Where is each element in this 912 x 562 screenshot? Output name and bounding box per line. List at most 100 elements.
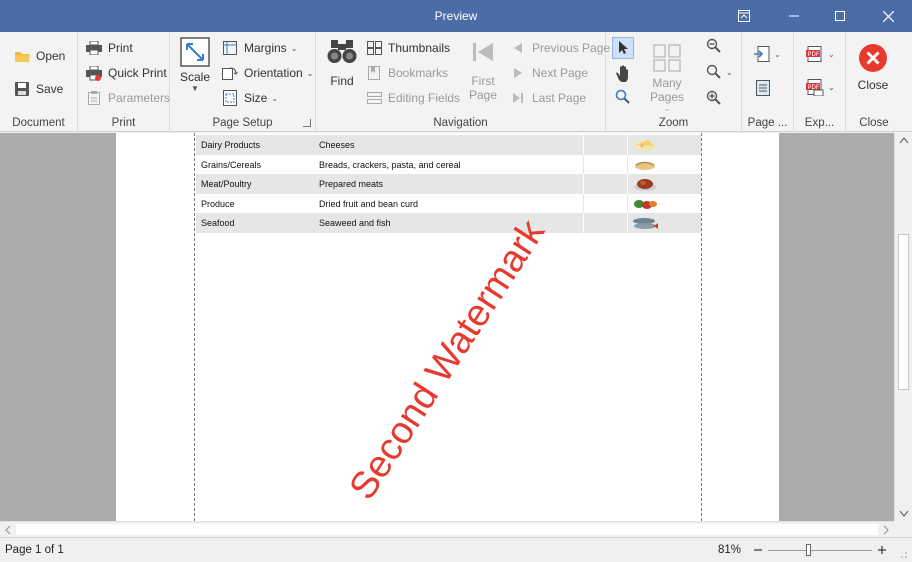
close-preview-label: Close — [857, 78, 889, 92]
maximize-button[interactable] — [818, 0, 862, 32]
zoom-slider-thumb[interactable] — [806, 544, 811, 556]
zoom-out-status-button[interactable] — [752, 544, 764, 556]
open-label: Open — [36, 49, 66, 63]
print-button[interactable]: Print — [86, 37, 133, 59]
send-button[interactable]: PDF ⌄ — [806, 79, 835, 96]
open-button[interactable]: Open — [14, 45, 65, 67]
category-cell: Produce — [201, 198, 235, 209]
parameters-icon — [86, 90, 102, 106]
zoom-dropdown-button[interactable]: ⌄ — [706, 64, 733, 80]
scroll-down-icon — [899, 510, 909, 517]
document-area[interactable]: Dairy Products Cheeses Grains/Cereals Br… — [0, 133, 894, 521]
cheese-image — [634, 140, 656, 151]
vertical-scrollbar[interactable] — [894, 133, 912, 521]
next-page-button[interactable]: Next Page — [510, 62, 588, 84]
magnifier-tool-button[interactable] — [615, 89, 631, 105]
size-label: Size — [244, 91, 268, 105]
bookmarks-label: Bookmarks — [388, 66, 449, 80]
close-window-button[interactable] — [866, 0, 910, 32]
parameters-button[interactable]: Parameters — [86, 87, 170, 109]
category-cell: Dairy Products — [201, 140, 261, 150]
resize-grip-icon — [901, 552, 907, 558]
save-label: Save — [36, 82, 64, 96]
save-button[interactable]: Save — [14, 78, 63, 100]
first-page-label-2: Page — [468, 88, 498, 102]
many-pages-button[interactable]: Many Pages ⌄ — [638, 42, 696, 113]
category-cell: Seafood — [201, 218, 235, 229]
last-page-button[interactable]: Last Page — [510, 87, 586, 109]
pdf-send-icon: PDF — [806, 79, 824, 96]
pin-button[interactable] — [722, 0, 766, 32]
hand-tool-button[interactable] — [614, 64, 632, 83]
watermark-button[interactable]: ⌄ — [754, 46, 781, 62]
editing-fields-button[interactable]: Editing Fields — [366, 87, 460, 109]
page-setup-dialog-launcher[interactable] — [303, 119, 311, 127]
zoom-slider-track[interactable] — [768, 550, 872, 551]
quick-print-button[interactable]: Quick Print — [86, 62, 167, 84]
produce-image — [634, 199, 657, 209]
horizontal-scrollbar[interactable] — [0, 521, 894, 537]
close-circle-icon — [857, 42, 889, 74]
first-page-label-1: First — [471, 74, 495, 88]
orientation-button[interactable]: Orientation ⌄ — [222, 62, 313, 84]
thumbnails-label: Thumbnails — [388, 41, 451, 55]
next-icon — [510, 65, 526, 81]
save-icon — [14, 81, 30, 97]
binoculars-icon — [326, 36, 358, 68]
group-label-export: Exp... — [804, 117, 835, 129]
page-indicator: Page 1 of 1 — [5, 544, 64, 556]
plus-icon — [878, 546, 886, 554]
last-page-label: Last Page — [532, 91, 587, 105]
chevron-down-icon: ▼ — [191, 84, 199, 93]
group-page-background: ⌄ Page ... — [742, 32, 794, 132]
find-label: Find — [330, 74, 354, 88]
scale-label: Scale — [179, 70, 211, 84]
chevron-down-icon: ⌄ — [290, 43, 298, 53]
group-close: Close Close — [846, 32, 902, 132]
page-arrow-icon — [754, 46, 770, 62]
previous-page-label: Previous Page — [532, 41, 611, 55]
zoom-icon — [706, 64, 721, 79]
scroll-right-icon — [883, 525, 889, 535]
size-button[interactable]: Size ⌄ — [222, 87, 278, 109]
vertical-scroll-thumb[interactable] — [898, 234, 909, 390]
zoom-out-button[interactable] — [706, 38, 722, 57]
group-label-navigation: Navigation — [433, 117, 488, 129]
scrollbar-corner — [894, 521, 912, 537]
maximize-icon — [835, 11, 845, 21]
page-size-icon — [222, 90, 238, 106]
zoom-out-icon — [706, 38, 721, 53]
minimize-button[interactable] — [772, 0, 816, 32]
scroll-up-icon — [899, 137, 909, 144]
scale-button[interactable]: Scale ▼ — [176, 36, 214, 93]
margins-label: Margins — [244, 41, 287, 55]
meat-image — [634, 179, 656, 192]
group-label-document: Document — [12, 117, 65, 129]
zoom-in-button[interactable] — [706, 90, 722, 109]
horizontal-scroll-thumb[interactable] — [16, 524, 878, 535]
table-row: Dairy Products Cheeses — [196, 135, 701, 155]
margins-button[interactable]: Margins ⌄ — [222, 37, 297, 59]
close-preview-button[interactable]: Close — [854, 42, 892, 92]
bookmarks-button[interactable]: Bookmarks — [366, 62, 448, 84]
zoom-in-status-button[interactable] — [876, 544, 888, 556]
right-margin-line — [701, 133, 702, 521]
category-cell: Grains/Cereals — [201, 159, 262, 170]
first-page-button[interactable]: First Page — [464, 36, 502, 102]
description-cell: Breads, crackers, pasta, and cereal — [319, 159, 461, 170]
editing-fields-icon — [366, 90, 382, 106]
find-button[interactable]: Find — [326, 36, 358, 88]
chevron-down-icon: ⌄ — [663, 104, 671, 113]
bread-image — [635, 161, 655, 170]
thumbnails-button[interactable]: Thumbnails — [366, 37, 450, 59]
previous-page-button[interactable]: Previous Page — [510, 37, 610, 59]
scroll-left-icon — [5, 525, 11, 535]
last-page-icon — [510, 90, 526, 106]
export-button[interactable]: PDF ⌄ — [806, 46, 835, 62]
pointer-tool-button[interactable] — [612, 37, 634, 59]
group-label-page-background: Page ... — [747, 117, 788, 129]
minus-icon — [754, 549, 762, 551]
group-zoom: Many Pages ⌄ ⌄ Zoom — [606, 32, 742, 132]
next-page-label: Next Page — [532, 66, 589, 80]
page-color-button[interactable] — [756, 80, 770, 99]
